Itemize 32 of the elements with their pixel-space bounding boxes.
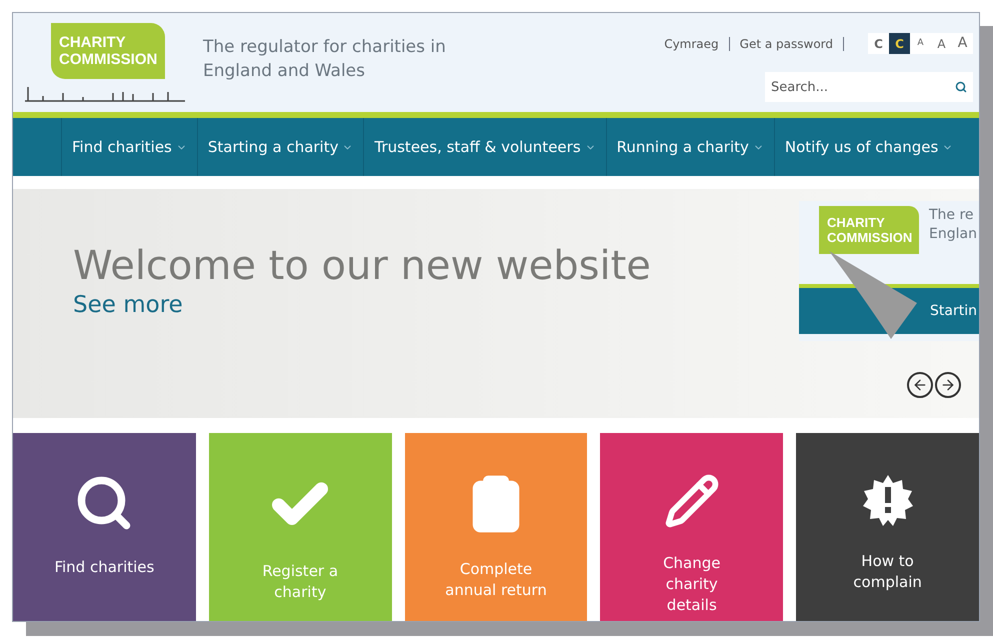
hero-title: Welcome to our new website xyxy=(73,244,651,288)
see-more-link[interactable]: See more xyxy=(73,288,651,323)
tagline-text: The re xyxy=(929,206,975,226)
next-slide-button[interactable] xyxy=(935,372,961,398)
logo-text: CHARITY xyxy=(827,215,885,230)
nav-link[interactable]: Find charities xyxy=(61,118,197,176)
quick-link-tile[interactable]: How to complain xyxy=(796,433,979,621)
contrast-button[interactable]: C xyxy=(889,33,910,54)
tagline-text: Englan xyxy=(929,225,977,244)
logo-text: CHARITY xyxy=(59,34,126,51)
top-link[interactable]: Cymraeg xyxy=(664,34,719,52)
search-icon xyxy=(955,81,967,93)
logo-text: COMMISSION xyxy=(59,51,158,68)
nav-link[interactable]: Starting a charity xyxy=(196,118,364,176)
pencil-icon xyxy=(664,473,720,530)
tagline-text: The regulator for charities in xyxy=(203,36,446,59)
text-size-button[interactable]: A xyxy=(952,33,973,54)
quick-link-tile[interactable]: Find charities xyxy=(13,433,196,621)
nav-link[interactable]: Notify us of changes xyxy=(774,118,964,176)
alert-burst-icon xyxy=(860,473,915,528)
search-field[interactable]: Search... xyxy=(765,72,973,102)
top-link[interactable]: Get a password xyxy=(740,34,833,52)
text-size-button[interactable]: A xyxy=(931,33,952,54)
contrast-button[interactable]: C xyxy=(868,33,889,54)
nav-link[interactable]: Running a charity xyxy=(606,118,774,176)
text-size-button[interactable]: A xyxy=(910,33,931,54)
previous-slide-button[interactable] xyxy=(907,372,933,398)
nav-link[interactable]: Trustees, staff & volunteers xyxy=(363,118,606,176)
tagline-text: England and Wales xyxy=(203,60,366,83)
nav-link-text: Startin xyxy=(930,302,977,321)
quick-link-tile[interactable]: Change charity details xyxy=(600,433,784,621)
logo-text: COMMISSION xyxy=(827,230,912,246)
